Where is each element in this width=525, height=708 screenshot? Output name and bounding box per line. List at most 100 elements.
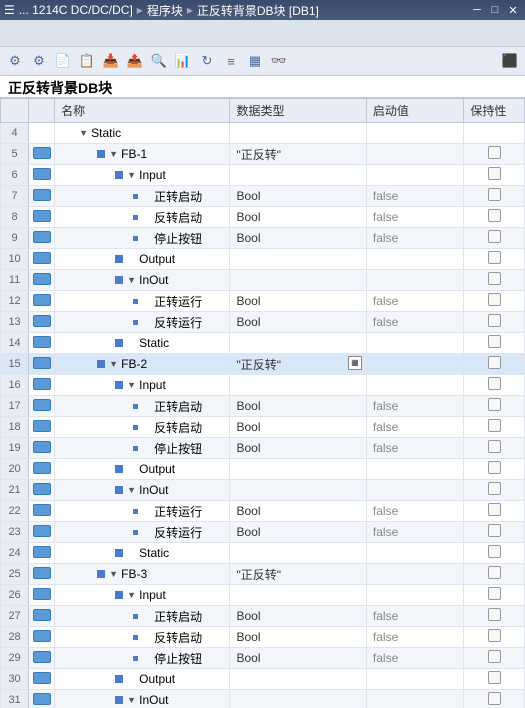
retain-cell[interactable] [464, 417, 525, 438]
start-cell[interactable]: false [366, 417, 463, 438]
start-cell[interactable]: false [366, 228, 463, 249]
retain-cell[interactable] [464, 501, 525, 522]
table-row[interactable]: 13反转运行Boolfalse [1, 312, 525, 333]
name-cell[interactable]: 反转运行 [55, 312, 229, 332]
type-cell[interactable] [230, 690, 366, 708]
table-row[interactable]: 17正转启动Boolfalse [1, 396, 525, 417]
retain-cell[interactable] [464, 585, 525, 606]
tool-icon-8[interactable]: 📊 [174, 52, 192, 70]
retain-cell[interactable] [464, 291, 525, 312]
crumb-block[interactable]: 正反转背景DB块 [DB1] [197, 2, 319, 19]
type-cell[interactable]: "正反转" [230, 144, 366, 165]
start-cell[interactable] [366, 669, 463, 690]
expander-icon[interactable]: ▼ [109, 149, 119, 159]
name-cell[interactable]: 停止按钮 [55, 648, 229, 668]
checkbox[interactable] [488, 482, 501, 495]
type-cell[interactable]: Bool [230, 522, 366, 543]
checkbox[interactable] [488, 251, 501, 264]
checkbox[interactable] [488, 461, 501, 474]
checkbox[interactable] [488, 671, 501, 684]
name-cell[interactable]: 正转启动 [55, 396, 229, 416]
retain-cell[interactable] [464, 522, 525, 543]
start-cell[interactable]: false [366, 501, 463, 522]
table-row[interactable]: 6▼Input [1, 165, 525, 186]
name-cell[interactable]: Output [55, 669, 229, 689]
name-cell[interactable]: ▼FB-1 [55, 144, 229, 164]
type-cell[interactable]: Bool [230, 438, 366, 459]
type-cell[interactable] [230, 270, 366, 291]
type-cell[interactable] [230, 585, 366, 606]
name-cell[interactable]: Output [55, 249, 229, 269]
retain-cell[interactable] [464, 354, 525, 375]
checkbox[interactable] [488, 167, 501, 180]
start-cell[interactable] [366, 690, 463, 708]
table-row[interactable]: 11▼InOut [1, 270, 525, 291]
table-row[interactable]: 28反转启动Boolfalse [1, 627, 525, 648]
tool-icon-6[interactable]: 📤 [126, 52, 144, 70]
table-row[interactable]: 9停止按钮Boolfalse [1, 228, 525, 249]
table-row[interactable]: 23反转运行Boolfalse [1, 522, 525, 543]
checkbox[interactable] [488, 503, 501, 516]
start-cell[interactable]: false [366, 207, 463, 228]
tool-icon-7[interactable]: 🔍 [150, 52, 168, 70]
retain-cell[interactable] [464, 333, 525, 354]
close-button[interactable]: ✕ [505, 3, 521, 17]
checkbox[interactable] [488, 440, 501, 453]
retain-cell[interactable] [464, 144, 525, 165]
checkbox[interactable] [488, 566, 501, 579]
start-cell[interactable] [366, 459, 463, 480]
col-retain[interactable]: 保持性 [464, 99, 525, 123]
retain-cell[interactable] [464, 690, 525, 708]
retain-cell[interactable] [464, 375, 525, 396]
tool-icon-right[interactable]: ⬛ [501, 52, 519, 70]
name-cell[interactable]: ▼InOut [55, 690, 229, 708]
table-row[interactable]: 21▼InOut [1, 480, 525, 501]
type-cell[interactable]: "正反转" [230, 564, 366, 585]
table-row[interactable]: 24Static [1, 543, 525, 564]
start-cell[interactable]: false [366, 312, 463, 333]
type-cell[interactable]: Bool [230, 207, 366, 228]
type-cell[interactable] [230, 249, 366, 270]
type-cell[interactable] [230, 459, 366, 480]
start-cell[interactable] [366, 585, 463, 606]
name-cell[interactable]: Output [55, 459, 229, 479]
checkbox[interactable] [488, 587, 501, 600]
name-cell[interactable]: 停止按钮 [55, 438, 229, 458]
retain-cell[interactable] [464, 459, 525, 480]
table-row[interactable]: 16▼Input [1, 375, 525, 396]
expander-icon[interactable]: ▼ [127, 275, 137, 285]
table-row[interactable]: 29停止按钮Boolfalse [1, 648, 525, 669]
checkbox[interactable] [488, 293, 501, 306]
type-cell[interactable] [230, 375, 366, 396]
type-cell[interactable]: "正反转"▦ [230, 354, 366, 375]
checkbox[interactable] [488, 188, 501, 201]
expander-icon[interactable]: ▼ [127, 485, 137, 495]
retain-cell[interactable] [464, 627, 525, 648]
start-cell[interactable]: false [366, 186, 463, 207]
start-cell[interactable]: false [366, 648, 463, 669]
checkbox[interactable] [488, 398, 501, 411]
retain-cell[interactable] [464, 564, 525, 585]
start-cell[interactable] [366, 144, 463, 165]
table-row[interactable]: 12正转运行Boolfalse [1, 291, 525, 312]
retain-cell[interactable] [464, 648, 525, 669]
table-row[interactable]: 30Output [1, 669, 525, 690]
start-cell[interactable] [366, 270, 463, 291]
table-row[interactable]: 7正转启动Boolfalse [1, 186, 525, 207]
expander-icon[interactable]: ▼ [127, 590, 137, 600]
expander-icon[interactable]: ▼ [79, 128, 89, 138]
retain-cell[interactable] [464, 207, 525, 228]
table-row[interactable]: 22正转运行Boolfalse [1, 501, 525, 522]
dropdown-icon[interactable]: ▦ [348, 356, 362, 370]
type-cell[interactable]: Bool [230, 648, 366, 669]
retain-cell[interactable] [464, 228, 525, 249]
name-cell[interactable]: 反转运行 [55, 522, 229, 542]
col-type[interactable]: 数据类型 [230, 99, 366, 123]
type-cell[interactable] [230, 165, 366, 186]
type-cell[interactable]: Bool [230, 417, 366, 438]
checkbox[interactable] [488, 335, 501, 348]
col-rownum[interactable] [1, 99, 29, 123]
tool-icon-11[interactable]: ▦ [246, 52, 264, 70]
type-cell[interactable] [230, 480, 366, 501]
name-cell[interactable]: ▼FB-3 [55, 564, 229, 584]
